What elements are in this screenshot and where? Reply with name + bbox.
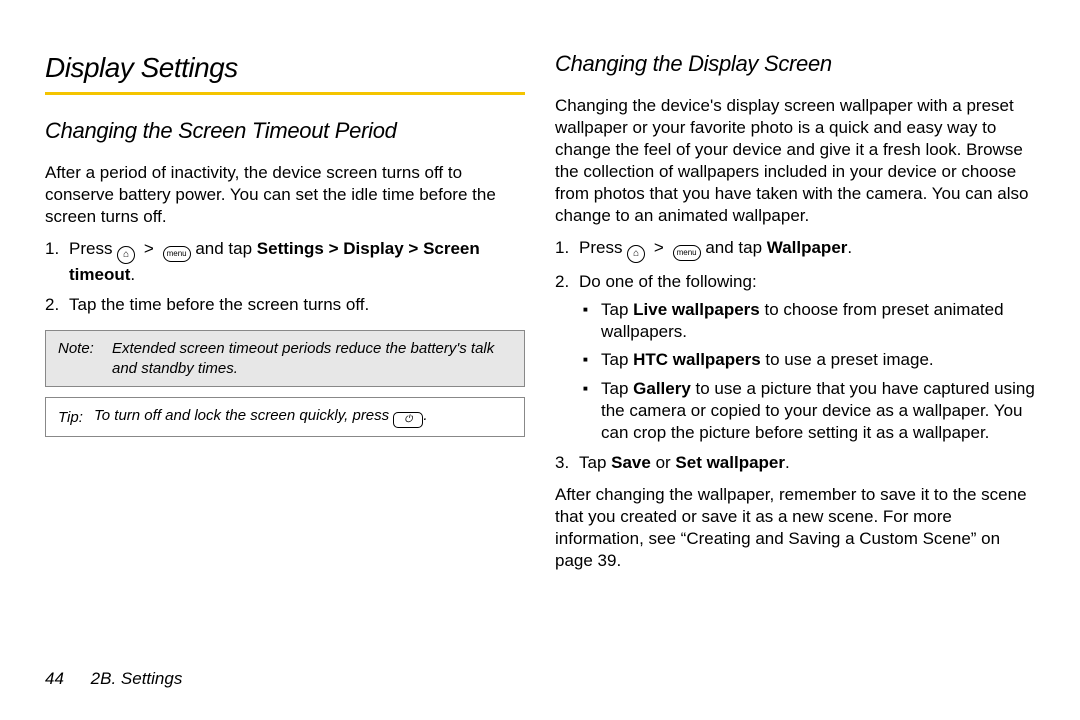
- page-title: Display Settings: [45, 50, 525, 86]
- display-steps: 1. Press ⌂ > menu and tap Wallpaper. 2. …: [555, 237, 1035, 474]
- chevron-right-icon: >: [654, 238, 664, 257]
- subhead-display-screen: Changing the Display Screen: [555, 50, 1035, 79]
- option-htc-wallpapers: Tap HTC wallpapers to use a preset image…: [601, 349, 1035, 371]
- wallpaper-options: Tap Live wallpapers to choose from prese…: [579, 299, 1035, 444]
- tip-box: Tip: To turn off and lock the screen qui…: [45, 397, 525, 437]
- display-closing: After changing the wallpaper, remember t…: [555, 484, 1035, 572]
- subhead-timeout: Changing the Screen Timeout Period: [45, 117, 525, 146]
- menu-icon: menu: [673, 245, 701, 261]
- note-box: Note: Extended screen timeout periods re…: [45, 330, 525, 387]
- menu-icon: menu: [163, 246, 191, 262]
- note-body: Extended screen timeout periods reduce t…: [112, 339, 512, 378]
- option-live-wallpapers: Tap Live wallpapers to choose from prese…: [601, 299, 1035, 343]
- page-number: 44: [45, 669, 64, 688]
- home-icon: ⌂: [117, 246, 135, 264]
- chevron-right-icon: >: [144, 239, 154, 258]
- tip-body: To turn off and lock the screen quickly,…: [94, 406, 512, 428]
- display-intro: Changing the device's display screen wal…: [555, 95, 1035, 228]
- timeout-intro: After a period of inactivity, the device…: [45, 162, 525, 228]
- home-icon: ⌂: [627, 245, 645, 263]
- section-label: 2B. Settings: [91, 669, 183, 688]
- timeout-step-2: 2. Tap the time before the screen turns …: [69, 294, 525, 316]
- title-underline: [45, 92, 525, 95]
- timeout-step-1: 1. Press ⌂ > menu and tap Settings > Dis…: [69, 238, 525, 286]
- display-step-3: 3. Tap Save or Set wallpaper.: [579, 452, 1035, 474]
- power-button-icon: ⏻: [393, 412, 423, 428]
- right-column: Changing the Display Screen Changing the…: [555, 50, 1035, 582]
- page-footer: 44 2B. Settings: [45, 668, 182, 690]
- note-label: Note:: [58, 339, 112, 378]
- tip-label: Tip:: [58, 408, 94, 428]
- display-step-2: 2. Do one of the following: Tap Live wal…: [579, 271, 1035, 444]
- timeout-steps: 1. Press ⌂ > menu and tap Settings > Dis…: [45, 238, 525, 316]
- display-step-1: 1. Press ⌂ > menu and tap Wallpaper.: [579, 237, 1035, 263]
- wallpaper-path: Wallpaper: [767, 238, 848, 257]
- left-column: Display Settings Changing the Screen Tim…: [45, 50, 525, 582]
- option-gallery: Tap Gallery to use a picture that you ha…: [601, 378, 1035, 444]
